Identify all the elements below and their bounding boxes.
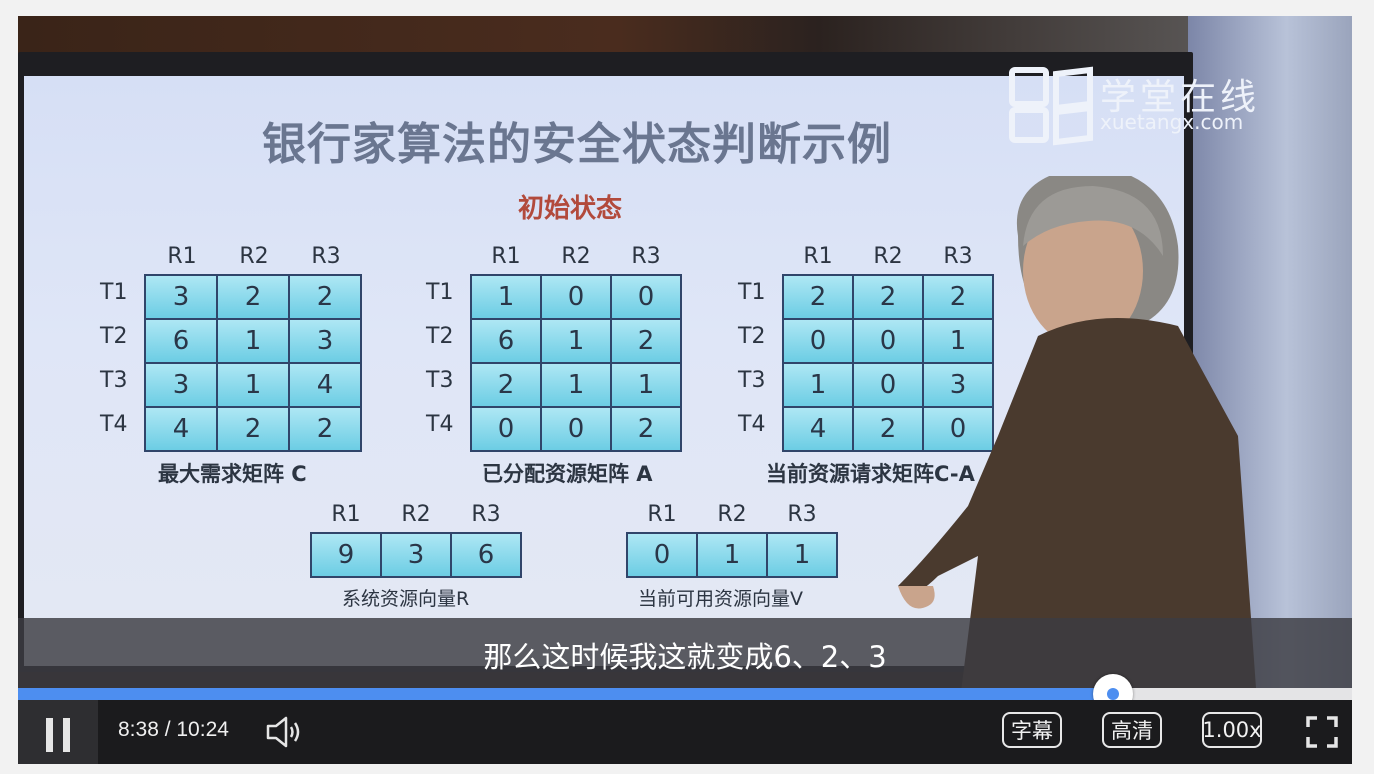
matrix-cell: 3 bbox=[290, 320, 360, 362]
matrix-cell: 0 bbox=[542, 408, 610, 450]
fullscreen-icon[interactable] bbox=[1306, 716, 1338, 748]
matrix-cell: 0 bbox=[472, 408, 540, 450]
row-header: T3 bbox=[426, 368, 454, 393]
col-header: R3 bbox=[311, 244, 341, 269]
col-header: R1 bbox=[803, 244, 833, 269]
matrix-caption: 已分配资源矩阵 A bbox=[482, 462, 653, 486]
matrix-cell: 2 bbox=[784, 276, 852, 318]
control-bar: 8:38 / 10:24 字幕 高清 1.00x bbox=[18, 700, 1352, 764]
col-header: R1 bbox=[167, 244, 197, 269]
row-header: T2 bbox=[738, 324, 766, 349]
row-header: T2 bbox=[426, 324, 454, 349]
matrix-cell: 1 bbox=[784, 364, 852, 406]
progress-fill bbox=[18, 688, 1114, 700]
col-header: R3 bbox=[471, 502, 501, 527]
vector-caption: 当前可用资源向量V bbox=[638, 588, 803, 610]
matrix-cell: 0 bbox=[784, 320, 852, 362]
matrix-cell: 2 bbox=[472, 364, 540, 406]
col-header: R2 bbox=[239, 244, 269, 269]
row-header: T4 bbox=[100, 412, 128, 437]
vector-cell: 3 bbox=[382, 534, 450, 576]
vector-grid: 0 1 1 bbox=[626, 532, 838, 578]
matrix-caption: 最大需求矩阵 C bbox=[158, 462, 307, 486]
matrix-grid: 1 0 0 6 1 2 2 1 1 0 0 2 bbox=[470, 274, 682, 452]
logo-url: xuetangx.com bbox=[1100, 110, 1244, 134]
row-header: T1 bbox=[100, 280, 128, 305]
vector-cell: 9 bbox=[312, 534, 380, 576]
matrix-cell: 1 bbox=[218, 320, 288, 362]
pause-button[interactable] bbox=[18, 700, 98, 764]
time-display: 8:38 / 10:24 bbox=[118, 718, 229, 741]
vector-caption: 系统资源向量R bbox=[342, 588, 470, 610]
matrix-cell: 4 bbox=[784, 408, 852, 450]
matrix-cell: 1 bbox=[542, 320, 610, 362]
matrix-cell: 1 bbox=[612, 364, 680, 406]
matrix-cell: 2 bbox=[290, 276, 360, 318]
matrix-cell: 6 bbox=[146, 320, 216, 362]
matrix-grid: 3 2 2 6 1 3 3 1 4 4 2 2 bbox=[144, 274, 362, 452]
video-player[interactable]: 学堂在线 xuetangx.com 银行家算法的安全状态判断示例 初始状态 R1… bbox=[18, 16, 1352, 764]
matrix-cell: 3 bbox=[146, 276, 216, 318]
col-header: R3 bbox=[631, 244, 661, 269]
vector-cell: 1 bbox=[768, 534, 836, 576]
volume-icon[interactable] bbox=[264, 714, 304, 750]
row-header: T4 bbox=[426, 412, 454, 437]
col-header: R1 bbox=[491, 244, 521, 269]
col-header: R2 bbox=[561, 244, 591, 269]
vector-cell: 6 bbox=[452, 534, 520, 576]
matrix-cell: 1 bbox=[472, 276, 540, 318]
speed-button[interactable]: 1.00x bbox=[1202, 712, 1262, 748]
row-header: T3 bbox=[100, 368, 128, 393]
vector-grid: 9 3 6 bbox=[310, 532, 522, 578]
matrix-cell: 2 bbox=[612, 408, 680, 450]
row-header: T3 bbox=[738, 368, 766, 393]
matrix-cell: 2 bbox=[612, 320, 680, 362]
subtitles-button[interactable]: 字幕 bbox=[1002, 712, 1062, 748]
row-header: T2 bbox=[100, 324, 128, 349]
col-header: R3 bbox=[787, 502, 817, 527]
matrix-cell: 2 bbox=[290, 408, 360, 450]
subtitle-text: 那么这时候我这就变成6、2、3 bbox=[483, 640, 887, 674]
matrix-cell: 1 bbox=[542, 364, 610, 406]
matrix-cell: 1 bbox=[218, 364, 288, 406]
vector-cell: 1 bbox=[698, 534, 766, 576]
matrix-cell: 0 bbox=[542, 276, 610, 318]
matrix-cell: 6 bbox=[472, 320, 540, 362]
row-header: T4 bbox=[738, 412, 766, 437]
slide-subtitle: 初始状态 bbox=[518, 194, 623, 224]
matrix-cell: 4 bbox=[290, 364, 360, 406]
matrix-cell: 4 bbox=[146, 408, 216, 450]
pause-icon bbox=[46, 718, 72, 752]
col-header: R1 bbox=[331, 502, 361, 527]
vector-cell: 0 bbox=[628, 534, 696, 576]
matrix-cell: 0 bbox=[612, 276, 680, 318]
row-header: T1 bbox=[738, 280, 766, 305]
col-header: R1 bbox=[647, 502, 677, 527]
quality-button[interactable]: 高清 bbox=[1102, 712, 1162, 748]
progress-bar[interactable] bbox=[18, 674, 1352, 714]
row-header: T1 bbox=[426, 280, 454, 305]
slide-title: 银行家算法的安全状态判断示例 bbox=[262, 119, 892, 170]
col-header: R2 bbox=[717, 502, 747, 527]
col-header: R2 bbox=[401, 502, 431, 527]
matrix-cell: 2 bbox=[218, 408, 288, 450]
matrix-cell: 3 bbox=[146, 364, 216, 406]
matrix-cell: 2 bbox=[218, 276, 288, 318]
